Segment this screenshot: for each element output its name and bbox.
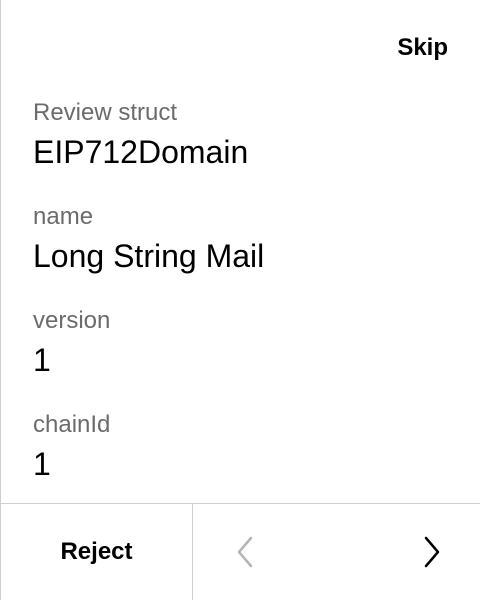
field-chain-id: chainId 1: [33, 408, 448, 502]
chevron-right-icon: [424, 536, 440, 568]
skip-button[interactable]: Skip: [397, 30, 448, 66]
previous-page-button[interactable]: [229, 536, 261, 568]
field-label: version: [33, 307, 111, 334]
next-page-button[interactable]: [416, 536, 448, 568]
footer-bar: Reject: [1, 503, 480, 600]
field-value: EIP712Domain: [33, 134, 249, 170]
field-value: 1: [33, 342, 51, 378]
field-value: 1: [33, 446, 51, 482]
struct-review-content: Review struct EIP712Domain name Long Str…: [33, 96, 448, 512]
field-name: name Long String Mail: [33, 200, 448, 294]
page-navigation: [193, 504, 480, 600]
field-version: version 1: [33, 304, 448, 398]
field-label: name: [33, 203, 94, 230]
review-screen: Skip Review struct EIP712Domain name Lon…: [0, 0, 480, 600]
field-label: chainId: [33, 411, 111, 438]
field-value: Long String Mail: [33, 238, 265, 274]
chevron-left-icon: [237, 536, 253, 568]
reject-button[interactable]: Reject: [1, 504, 193, 600]
field-label: Review struct: [33, 99, 178, 126]
field-review-struct: Review struct EIP712Domain: [33, 96, 448, 190]
